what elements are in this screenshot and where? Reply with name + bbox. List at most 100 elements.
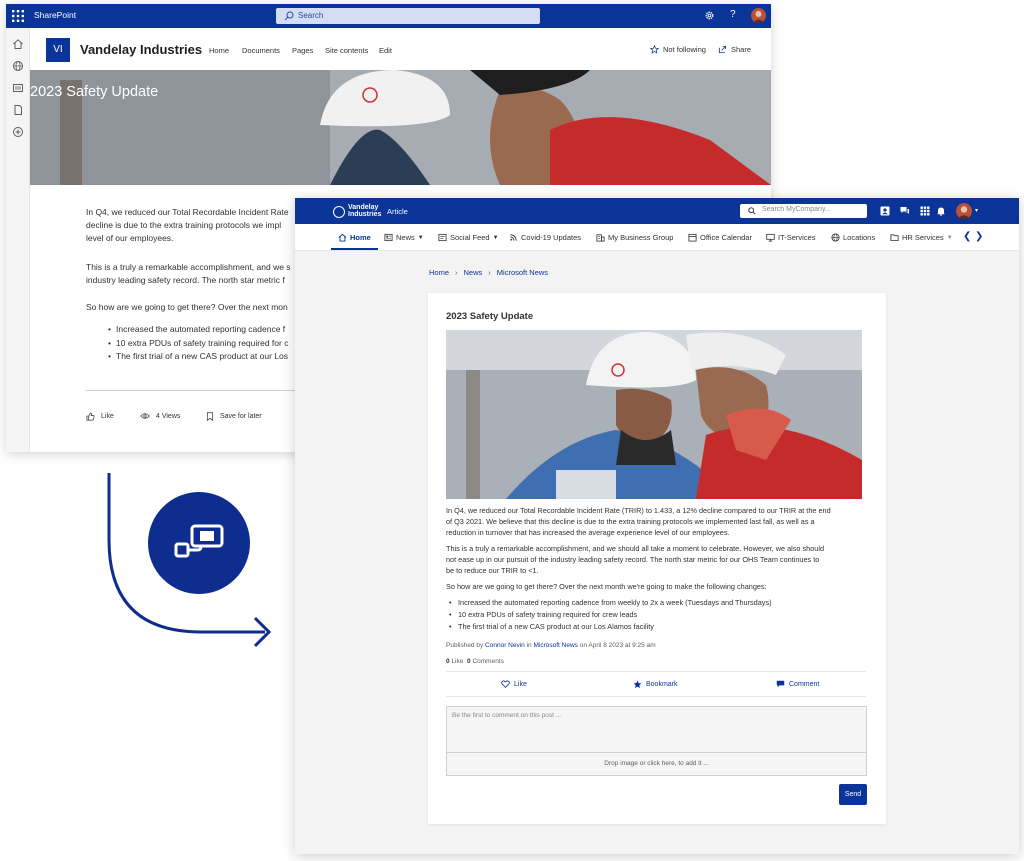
views-label: 4 Views <box>156 412 181 420</box>
comment-input[interactable]: Be the first to comment on this post ... <box>446 706 867 753</box>
bell-icon[interactable] <box>936 206 946 216</box>
nav-label: Covid-19 Updates <box>521 233 582 242</box>
likes-count: 0 <box>446 658 450 665</box>
nav-item-social-feed[interactable]: Social Feed ▼ <box>438 233 499 242</box>
site-title[interactable]: Vandelay Industries <box>80 42 202 57</box>
bookmark-button[interactable]: Bookmark <box>633 680 678 689</box>
breadcrumb-news[interactable]: News <box>464 268 483 277</box>
nav-item-office-calendar[interactable]: Office Calendar <box>688 233 752 242</box>
published-prefix: Published by <box>446 642 484 649</box>
chevron-down-icon: ▼ <box>417 234 424 241</box>
power-automate-icon <box>148 492 250 594</box>
breadcrumb-home[interactable]: Home <box>429 268 449 277</box>
breadcrumb-microsoft-news[interactable]: Microsoft News <box>497 268 548 277</box>
help-icon[interactable]: ? <box>730 9 736 20</box>
gear-icon[interactable] <box>704 10 715 21</box>
save-label: Save for later <box>220 413 262 420</box>
author-link[interactable]: Connor Nevin <box>485 642 525 649</box>
intranet-search-input[interactable]: Search MyCompany... <box>740 204 867 218</box>
nav-item-hr-services[interactable]: HR Services ▼ <box>890 233 953 242</box>
nav-label: HR Services <box>902 233 944 242</box>
comments-label: Comments <box>472 658 504 665</box>
nav-item-covid-19-updates[interactable]: Covid-19 Updates <box>509 233 581 242</box>
follow-label: Not following <box>663 45 706 54</box>
chevron-down-icon[interactable]: ▾ <box>975 207 978 214</box>
contact-card-icon[interactable] <box>880 206 890 216</box>
sharepoint-top-bar: SharePoint Search ? <box>6 4 771 28</box>
intranet-nav-bar: Home News ▼ Social Feed ▼ Covid-19 Updat… <box>295 224 1019 251</box>
like-button[interactable]: Like <box>86 412 114 421</box>
chevron-down-icon: ▼ <box>946 234 953 241</box>
apps-grid-icon[interactable] <box>920 206 930 216</box>
sp-paragraph-2-line-2: industry leading safety record. The nort… <box>86 275 285 285</box>
add-icon[interactable] <box>12 126 24 138</box>
nav-item-it-services[interactable]: IT-Services <box>766 233 816 242</box>
globe-icon[interactable] <box>12 60 24 72</box>
sp-bullet-3: The first trial of a new CAS product at … <box>108 351 288 361</box>
article-paragraph-1-line-1: In Q4, we reduced our Total Recordable I… <box>446 506 831 515</box>
like-button[interactable]: Like <box>501 680 527 688</box>
sp-bullet-2: 10 extra PDUs of safety training require… <box>108 338 288 348</box>
share-button[interactable]: Share <box>718 45 751 54</box>
avatar[interactable] <box>956 203 972 219</box>
intranet-logo[interactable]: Vandelay Industries <box>333 204 381 219</box>
article-photo <box>446 330 862 499</box>
channel-link[interactable]: Microsoft News <box>533 642 577 649</box>
chevron-right-icon: › <box>488 268 491 277</box>
comment-action-label: Comment <box>789 680 820 688</box>
nav-label: IT-Services <box>778 233 816 242</box>
article-paragraph-2-line-3: be to reduce our TRIR to <1. <box>446 566 539 575</box>
avatar[interactable] <box>751 8 766 23</box>
nav-item-home[interactable]: Home <box>338 233 371 242</box>
app-name[interactable]: SharePoint <box>34 10 76 20</box>
search-input[interactable]: Search <box>276 8 540 24</box>
sp-paragraph-1-line-2: decline is due to the extra training pro… <box>86 220 282 230</box>
article-bullet-1: Increased the automated reporting cadenc… <box>449 598 772 607</box>
nav-item-news[interactable]: News ▼ <box>384 233 424 242</box>
sp-nav-home[interactable]: Home <box>209 46 229 55</box>
news-icon <box>384 233 393 242</box>
engagement-stats: 0 Like 0 Comments <box>446 658 504 665</box>
nav-label: Locations <box>843 233 876 242</box>
news-icon[interactable] <box>12 82 24 94</box>
chevron-left-icon[interactable]: ❮ <box>963 231 971 242</box>
article-paragraph-3: So how are we going to get there? Over t… <box>446 582 767 591</box>
sp-nav-pages[interactable]: Pages <box>292 46 313 55</box>
search-placeholder: Search <box>298 11 324 20</box>
chevron-right-icon[interactable]: ❯ <box>975 231 983 242</box>
globe-icon <box>831 233 840 242</box>
home-icon[interactable] <box>12 38 24 50</box>
divider <box>86 390 306 391</box>
star-icon <box>650 45 659 54</box>
page-type-label: Article <box>387 207 408 216</box>
site-logo[interactable]: VI <box>46 38 70 62</box>
comment-icon <box>776 680 785 688</box>
article-paragraph-2-line-2: not ease up in our pursuit of the indust… <box>446 555 820 564</box>
image-drop-zone[interactable]: Drop image or click here, to add it ... <box>446 753 867 776</box>
sp-nav-edit[interactable]: Edit <box>379 46 392 55</box>
bookmark-icon <box>206 412 214 421</box>
divider <box>446 671 866 672</box>
follow-button[interactable]: Not following <box>650 45 706 54</box>
comment-button[interactable]: Comment <box>776 680 819 688</box>
sp-paragraph-1-line-3: level of our employees. <box>86 233 174 243</box>
heart-icon <box>501 680 510 688</box>
sp-paragraph-2-line-1: This is a truly a remarkable accomplishm… <box>86 262 291 272</box>
active-tab-indicator <box>331 248 378 250</box>
file-icon[interactable] <box>12 104 24 116</box>
published-date: on April 8 2023 at 9:25 am <box>579 642 656 649</box>
sp-paragraph-3: So how are we going to get there? Over t… <box>86 302 288 312</box>
comments-count: 0 <box>467 658 471 665</box>
sp-nav-documents[interactable]: Documents <box>242 46 280 55</box>
save-for-later-button[interactable]: Save for later <box>206 412 262 421</box>
sp-nav-site-contents[interactable]: Site contents <box>325 46 368 55</box>
app-launcher-icon[interactable] <box>11 9 25 23</box>
nav-item-my-business-group[interactable]: My Business Group <box>596 233 673 242</box>
send-button[interactable]: Send <box>839 784 867 805</box>
home-icon <box>338 233 347 242</box>
logo-mark-icon <box>333 205 345 218</box>
chat-icon[interactable] <box>900 206 910 216</box>
article-paragraph-1-line-2: of Q3 2021. We believe that this decline… <box>446 517 815 526</box>
nav-item-locations[interactable]: Locations <box>831 233 875 242</box>
article-bullet-2: 10 extra PDUs of safety training require… <box>449 610 637 619</box>
